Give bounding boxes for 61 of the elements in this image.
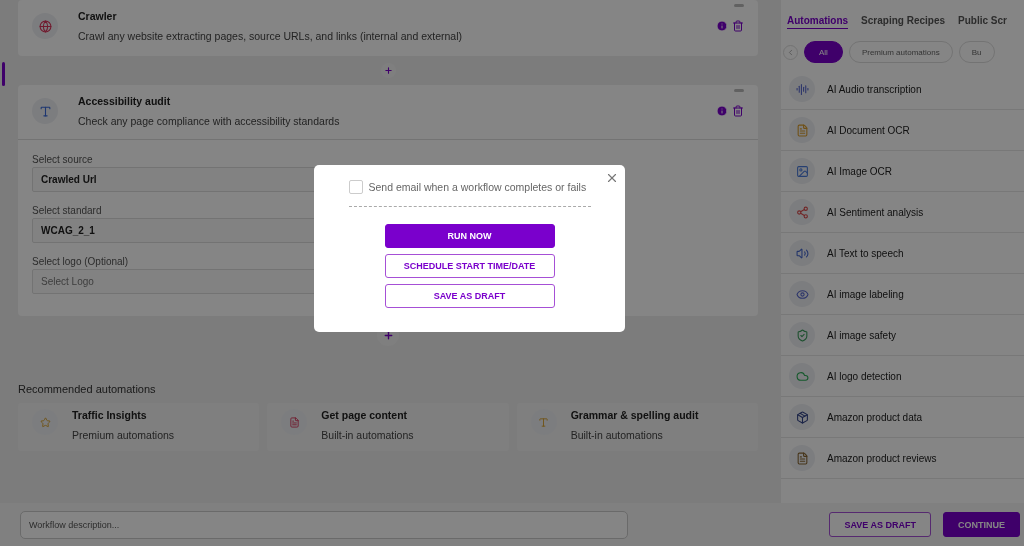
automation-item[interactable]: AI Sentiment analysis: [781, 192, 1024, 233]
automation-item[interactable]: Amazon product reviews: [781, 438, 1024, 479]
tab[interactable]: Automations: [787, 15, 849, 29]
chevron-left-icon: [786, 47, 795, 57]
document-icon: [288, 416, 300, 428]
filter-chip[interactable]: Premium automations: [848, 41, 953, 63]
automation-item[interactable]: Amazon product data: [781, 397, 1024, 438]
field-label: Select logo (Optional): [32, 256, 129, 267]
automation-item[interactable]: AI logo detection: [781, 356, 1024, 397]
recommended-title: Get page content: [321, 409, 409, 421]
filter-chip[interactable]: All: [804, 41, 843, 63]
draft-button[interactable]: SAVE AS DRAFT: [829, 512, 931, 537]
continue-button[interactable]: CONTINUE: [943, 512, 1020, 537]
checkbox[interactable]: [348, 180, 363, 194]
automation-item[interactable]: AI Document OCR: [781, 110, 1024, 151]
shield-icon: [795, 328, 809, 342]
recommended-title: Grammar & spelling audit: [570, 409, 700, 421]
automation-item[interactable]: AI image safety: [781, 315, 1024, 356]
field-label: Select source: [32, 154, 93, 165]
description-field[interactable]: Workflow description...: [20, 510, 628, 539]
automation-item[interactable]: AI Image OCR: [781, 151, 1024, 192]
step-title: Crawler: [78, 10, 118, 22]
waveform-icon: [795, 82, 809, 96]
run-button[interactable]: RUN NOW: [384, 224, 555, 248]
trash-icon[interactable]: [732, 105, 744, 117]
info-icon[interactable]: [716, 105, 728, 117]
step-description: Crawl any website extracting pages, source URLs, and links (internal and external): [78, 30, 464, 42]
text-icon: [38, 104, 52, 118]
close-icon[interactable]: [605, 171, 619, 185]
globe-icon: [38, 19, 52, 33]
drag-handle-icon[interactable]: [734, 89, 744, 92]
field-label: Select standard: [32, 205, 102, 216]
tab[interactable]: Scraping Recipes: [861, 15, 946, 29]
automation-item[interactable]: AI Audio transcription: [781, 69, 1024, 110]
drag-handle-icon[interactable]: [734, 4, 744, 7]
text-icon: [538, 416, 550, 428]
step-description: Check any page compliance with accessibility standards: [78, 115, 341, 127]
speaker-icon: [795, 246, 809, 260]
eye-icon: [795, 287, 809, 301]
option-button[interactable]: SCHEDULE START TIME/DATE: [384, 254, 555, 278]
image-icon: [795, 164, 809, 178]
box-icon: [795, 410, 809, 424]
recommended-title: Traffic Insights: [72, 409, 148, 421]
plus-icon: [383, 66, 393, 75]
recommended-category: Built-in automations: [570, 429, 664, 441]
scroll-indicator: [2, 62, 5, 86]
section-heading: Recommended automations: [18, 383, 157, 395]
info-icon[interactable]: [716, 20, 728, 32]
option-button[interactable]: SAVE AS DRAFT: [384, 284, 555, 308]
cloud-icon: [795, 369, 809, 383]
recommended-category: Built-in automations: [321, 429, 415, 441]
automation-item[interactable]: AI image labeling: [781, 274, 1024, 315]
document-icon: [795, 123, 809, 137]
tab[interactable]: Public Scr: [958, 15, 1007, 29]
trash-icon[interactable]: [732, 20, 744, 32]
recommended-category: Premium automations: [72, 429, 176, 441]
step-title: Accessibility audit: [78, 95, 172, 107]
automation-item[interactable]: AI Text to speech: [781, 233, 1024, 274]
document-icon: [795, 451, 809, 465]
close-glyph-icon: [605, 171, 619, 185]
filter-chip[interactable]: Bu: [958, 41, 995, 63]
